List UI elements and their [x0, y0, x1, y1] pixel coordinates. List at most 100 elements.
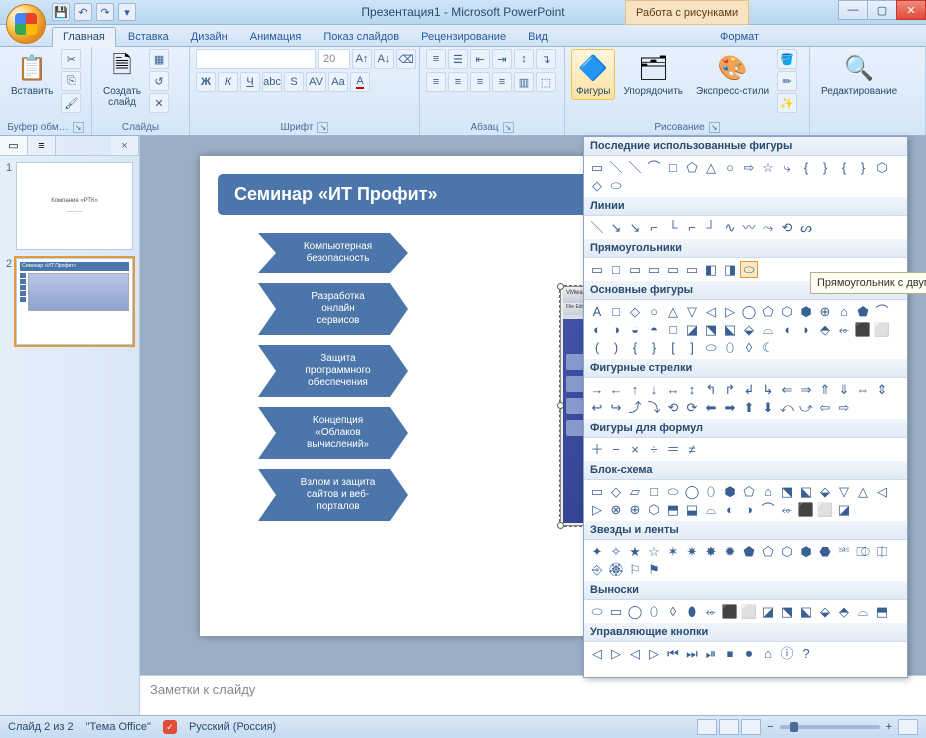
shape-option[interactable]: ◪	[759, 603, 777, 620]
font-family-select[interactable]	[196, 49, 316, 69]
numbering-icon[interactable]: ☰	[448, 49, 468, 69]
shape-option[interactable]: ◯	[626, 603, 644, 620]
shape-option[interactable]: ⬔	[778, 483, 796, 500]
chevron-item[interactable]: Компьютерная безопасность	[258, 233, 408, 273]
shape-option[interactable]: ⬙	[816, 603, 834, 620]
align-center-icon[interactable]: ≡	[448, 72, 468, 92]
shapes-button[interactable]: 🔷 Фигуры	[571, 49, 615, 100]
shape-option[interactable]: ⬯	[645, 603, 663, 620]
shape-option[interactable]: ↘	[626, 219, 644, 236]
shape-option[interactable]: ⚑	[645, 561, 663, 578]
shape-option[interactable]: └	[664, 219, 682, 236]
shape-option[interactable]: ⚐	[626, 561, 644, 578]
shape-option[interactable]: ⏮	[664, 645, 682, 662]
grow-font-icon[interactable]: A↑	[352, 49, 372, 69]
shape-option[interactable]: ⬡	[778, 543, 796, 560]
shape-option[interactable]: □	[607, 261, 625, 278]
shape-option[interactable]: ◐	[721, 501, 739, 518]
qat-customize-icon[interactable]: ▾	[118, 3, 136, 21]
quick-styles-button[interactable]: 🎨 Экспресс-стили	[691, 49, 774, 100]
shape-option[interactable]: △	[664, 303, 682, 320]
shape-option[interactable]: ÷	[645, 441, 663, 458]
font-size-select[interactable]: 20	[318, 49, 350, 69]
chevron-item[interactable]: Разработка онлайн сервисов	[258, 283, 408, 335]
shape-option[interactable]: ⬯	[702, 483, 720, 500]
shape-option[interactable]: }	[816, 159, 834, 176]
shape-option[interactable]: ⌒	[645, 159, 663, 176]
editing-button[interactable]: 🔍 Редактирование	[816, 49, 902, 100]
shape-option[interactable]: →	[588, 381, 606, 398]
shape-option[interactable]: ◑	[607, 321, 625, 338]
shape-option[interactable]: ◨	[721, 261, 739, 278]
shape-option[interactable]: ➡	[721, 399, 739, 416]
shape-option[interactable]: ⇦	[816, 399, 834, 416]
shape-option[interactable]: ◑	[740, 501, 758, 518]
shape-option[interactable]: ↰	[702, 381, 720, 398]
tab-design[interactable]: Дизайн	[181, 28, 238, 46]
text-direction-icon[interactable]: ↴	[536, 49, 556, 69]
shape-option[interactable]: ⬰	[778, 501, 796, 518]
columns-icon[interactable]: ▥	[514, 72, 534, 92]
shape-option[interactable]: ↕	[683, 381, 701, 398]
shape-option[interactable]: ⬯	[721, 339, 739, 356]
slide-thumbnail[interactable]: 2 Семинар «ИТ Профит»	[6, 258, 133, 346]
shape-option[interactable]: ▷	[607, 645, 625, 662]
shape-effects-icon[interactable]: ✨	[777, 93, 797, 113]
shape-option[interactable]: ↓	[645, 381, 663, 398]
shape-option[interactable]: ⬢	[797, 303, 815, 320]
shape-option[interactable]: ⬕	[797, 603, 815, 620]
shape-option[interactable]: }	[645, 339, 663, 356]
shape-option[interactable]: ⬠	[759, 303, 777, 320]
shape-option[interactable]: ⌓	[702, 501, 720, 518]
shape-option[interactable]: ⬢	[797, 543, 815, 560]
shape-option[interactable]: ⇑	[816, 381, 834, 398]
shape-option[interactable]: ☆	[645, 543, 663, 560]
shape-option[interactable]: ↩	[588, 399, 606, 416]
shape-option[interactable]: ∿	[721, 219, 739, 236]
shape-option[interactable]: ⬟	[854, 303, 872, 320]
shape-option[interactable]: ＼	[626, 159, 644, 176]
shape-option[interactable]: ⤷	[778, 159, 796, 176]
shape-option[interactable]: ✸	[702, 543, 720, 560]
shape-option[interactable]: −	[607, 441, 625, 458]
shape-option[interactable]: ◇	[607, 483, 625, 500]
shape-option[interactable]: ⬡	[778, 303, 796, 320]
shape-option[interactable]: ⬠	[740, 483, 758, 500]
shape-option[interactable]: ▭	[683, 261, 701, 278]
shape-option[interactable]: ▭	[645, 261, 663, 278]
shape-option[interactable]: ◁	[873, 483, 891, 500]
clear-format-icon[interactable]: ⌫	[396, 49, 416, 69]
line-spacing-icon[interactable]: ↕	[514, 49, 534, 69]
shape-option[interactable]: {	[835, 159, 853, 176]
tab-insert[interactable]: Вставка	[118, 28, 179, 46]
shape-option[interactable]: ◯	[740, 303, 758, 320]
shape-option[interactable]: ⬣	[816, 543, 834, 560]
shape-option[interactable]: △	[854, 483, 872, 500]
shape-option[interactable]: ⬭	[664, 483, 682, 500]
shape-option[interactable]: ⏹	[721, 645, 739, 662]
shape-option[interactable]: ⬛	[797, 501, 815, 518]
tab-home[interactable]: Главная	[52, 27, 116, 47]
shape-option[interactable]: ○	[645, 303, 663, 320]
shape-option[interactable]: ⬛	[854, 321, 872, 338]
shape-option[interactable]: □	[664, 321, 682, 338]
decrease-indent-icon[interactable]: ⇤	[470, 49, 490, 69]
close-button[interactable]: ✕	[896, 0, 926, 20]
shape-option[interactable]: ⬘	[816, 321, 834, 338]
shape-option[interactable]: ×	[626, 441, 644, 458]
shape-option[interactable]: ⬕	[721, 321, 739, 338]
shape-option[interactable]: ◧	[702, 261, 720, 278]
shape-outline-icon[interactable]: ✏	[777, 71, 797, 91]
shape-option[interactable]: ⬒	[873, 603, 891, 620]
slides-tab-icon[interactable]: ▭	[0, 136, 28, 155]
shape-option[interactable]: ▷	[645, 645, 663, 662]
shape-option[interactable]: ⌐	[683, 219, 701, 236]
slide-thumbnail[interactable]: 1 Компания «РТК»————	[6, 162, 133, 250]
shape-option[interactable]: ⬡	[645, 501, 663, 518]
undo-icon[interactable]: ↶	[74, 3, 92, 21]
shape-option[interactable]: ⌓	[759, 321, 777, 338]
char-spacing-icon[interactable]: AV	[306, 72, 326, 92]
shape-option[interactable]: ◐	[588, 321, 606, 338]
shape-option[interactable]: ⬰	[702, 603, 720, 620]
shape-option[interactable]: ☆	[759, 159, 777, 176]
